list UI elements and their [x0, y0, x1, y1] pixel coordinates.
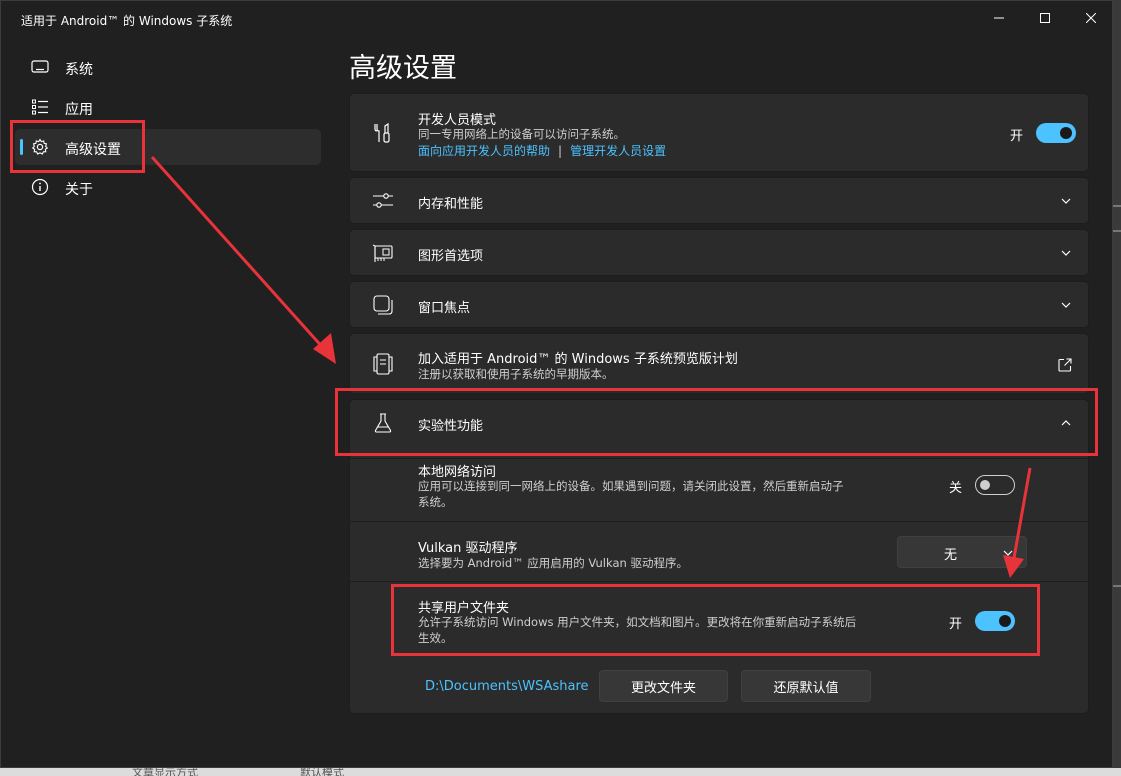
preview-program-description: 注册以获取和使用子系统的早期版本。 [418, 367, 614, 381]
page-title: 高级设置 [349, 53, 457, 84]
shared-folder-description-line2: 生效。 [418, 631, 453, 645]
maximize-icon [1040, 13, 1050, 23]
developer-mode-toggle[interactable] [1036, 123, 1076, 143]
shared-folder-path: D:\Documents\WSAshare [425, 679, 589, 694]
chevron-down-icon [1003, 550, 1013, 556]
graphics-preference-title: 图形首选项 [418, 249, 484, 264]
local-network-toggle[interactable] [975, 475, 1015, 495]
shared-folder-toggle[interactable] [975, 611, 1015, 631]
developer-mode-description: 同一专用网络上的设备可以访问子系统。 [418, 127, 625, 141]
developer-help-link[interactable]: 面向应用开发人员的帮助 [418, 144, 550, 158]
selection-indicator [20, 139, 23, 155]
close-icon [1086, 13, 1096, 23]
sidebar-item-advanced[interactable]: 高级设置 [15, 129, 321, 165]
reset-default-button[interactable]: 还原默认值 [741, 670, 871, 702]
sliders-icon [373, 193, 393, 208]
memory-performance-title: 内存和性能 [418, 197, 484, 212]
experimental-features-title: 实验性功能 [418, 419, 484, 434]
flask-icon [374, 413, 392, 433]
local-network-description-line2: 系统。 [418, 495, 453, 509]
minimize-icon [994, 17, 1004, 19]
vulkan-driver-description: 选择要为 Android™ 应用启用的 Vulkan 驱动程序。 [418, 556, 688, 570]
maximize-button[interactable] [1022, 1, 1068, 35]
window-title: 适用于 Android™ 的 Windows 子系统 [21, 14, 233, 28]
info-icon [31, 178, 49, 196]
settings-window: 适用于 Android™ 的 Windows 子系统 系统 应用 高级设置 关于… [0, 0, 1113, 768]
minimize-button[interactable] [976, 1, 1022, 35]
sidebar-item-label: 应用 [65, 102, 93, 118]
preview-program-card[interactable]: 加入适用于 Android™ 的 Windows 子系统预览版计划 注册以获取和… [349, 333, 1089, 394]
graphics-preference-card[interactable]: 图形首选项 [349, 229, 1089, 276]
experimental-features-header[interactable]: 实验性功能 [350, 400, 1088, 447]
tools-icon [374, 122, 390, 143]
list-icon [32, 99, 48, 115]
graphics-card-icon [372, 244, 393, 262]
background-app-edge [1113, 0, 1121, 776]
local-network-description-line1: 应用可以连接到同一网络上的设备。如果遇到问题，请关闭此设置，然后重新启动子 [418, 479, 844, 493]
preview-program-title: 加入适用于 Android™ 的 Windows 子系统预览版计划 [418, 352, 738, 367]
window-focus-icon [373, 295, 393, 315]
sidebar-item-apps[interactable]: 应用 [15, 89, 321, 125]
background-app-bottom: 文章显示方式 默认模式 [0, 766, 1121, 776]
divider [350, 521, 1088, 522]
sidebar-item-label: 高级设置 [65, 142, 121, 158]
sidebar-item-label: 系统 [65, 62, 93, 78]
chevron-down-icon [1061, 198, 1071, 204]
window-focus-card[interactable]: 窗口焦点 [349, 281, 1089, 328]
shared-folder-toggle-label: 开 [949, 617, 963, 632]
change-folder-button[interactable]: 更改文件夹 [599, 670, 728, 702]
title-bar: 适用于 Android™ 的 Windows 子系统 [1, 1, 1112, 37]
vulkan-driver-selected: 无 [944, 548, 958, 563]
divider [350, 458, 1088, 459]
developer-links: 面向应用开发人员的帮助 | 管理开发人员设置 [418, 143, 666, 159]
developer-mode-card: 开发人员模式 同一专用网络上的设备可以访问子系统。 面向应用开发人员的帮助 | 管理… [349, 93, 1089, 172]
sidebar-item-system[interactable]: 系统 [15, 49, 321, 85]
local-network-toggle-label: 关 [949, 481, 963, 496]
memory-performance-card[interactable]: 内存和性能 [349, 177, 1089, 224]
vulkan-driver-title: Vulkan 驱动程序 [418, 541, 518, 556]
external-link-icon [1058, 358, 1072, 372]
close-button[interactable] [1068, 1, 1112, 35]
window-focus-title: 窗口焦点 [418, 301, 471, 316]
chevron-up-icon [1061, 420, 1071, 426]
chevron-down-icon [1061, 302, 1071, 308]
shared-folder-description-line1: 允许子系统访问 Windows 用户文件夹，如文档和图片。更改将在你重新启动子系… [418, 615, 857, 629]
sidebar-item-label: 关于 [65, 182, 93, 198]
gear-icon [31, 138, 49, 155]
preview-program-icon [373, 353, 393, 375]
vulkan-driver-dropdown[interactable]: 无 [897, 536, 1027, 568]
divider [350, 581, 1088, 582]
link-separator: | [558, 144, 563, 158]
experimental-features-card: 实验性功能 本地网络访问 应用可以连接到同一网络上的设备。如果遇到问题，请关闭此… [349, 399, 1089, 714]
developer-mode-toggle-label: 开 [1010, 129, 1024, 144]
manage-developer-settings-link[interactable]: 管理开发人员设置 [570, 144, 666, 158]
monitor-icon [31, 60, 49, 73]
sidebar-item-about[interactable]: 关于 [15, 169, 321, 205]
chevron-down-icon [1061, 250, 1071, 256]
